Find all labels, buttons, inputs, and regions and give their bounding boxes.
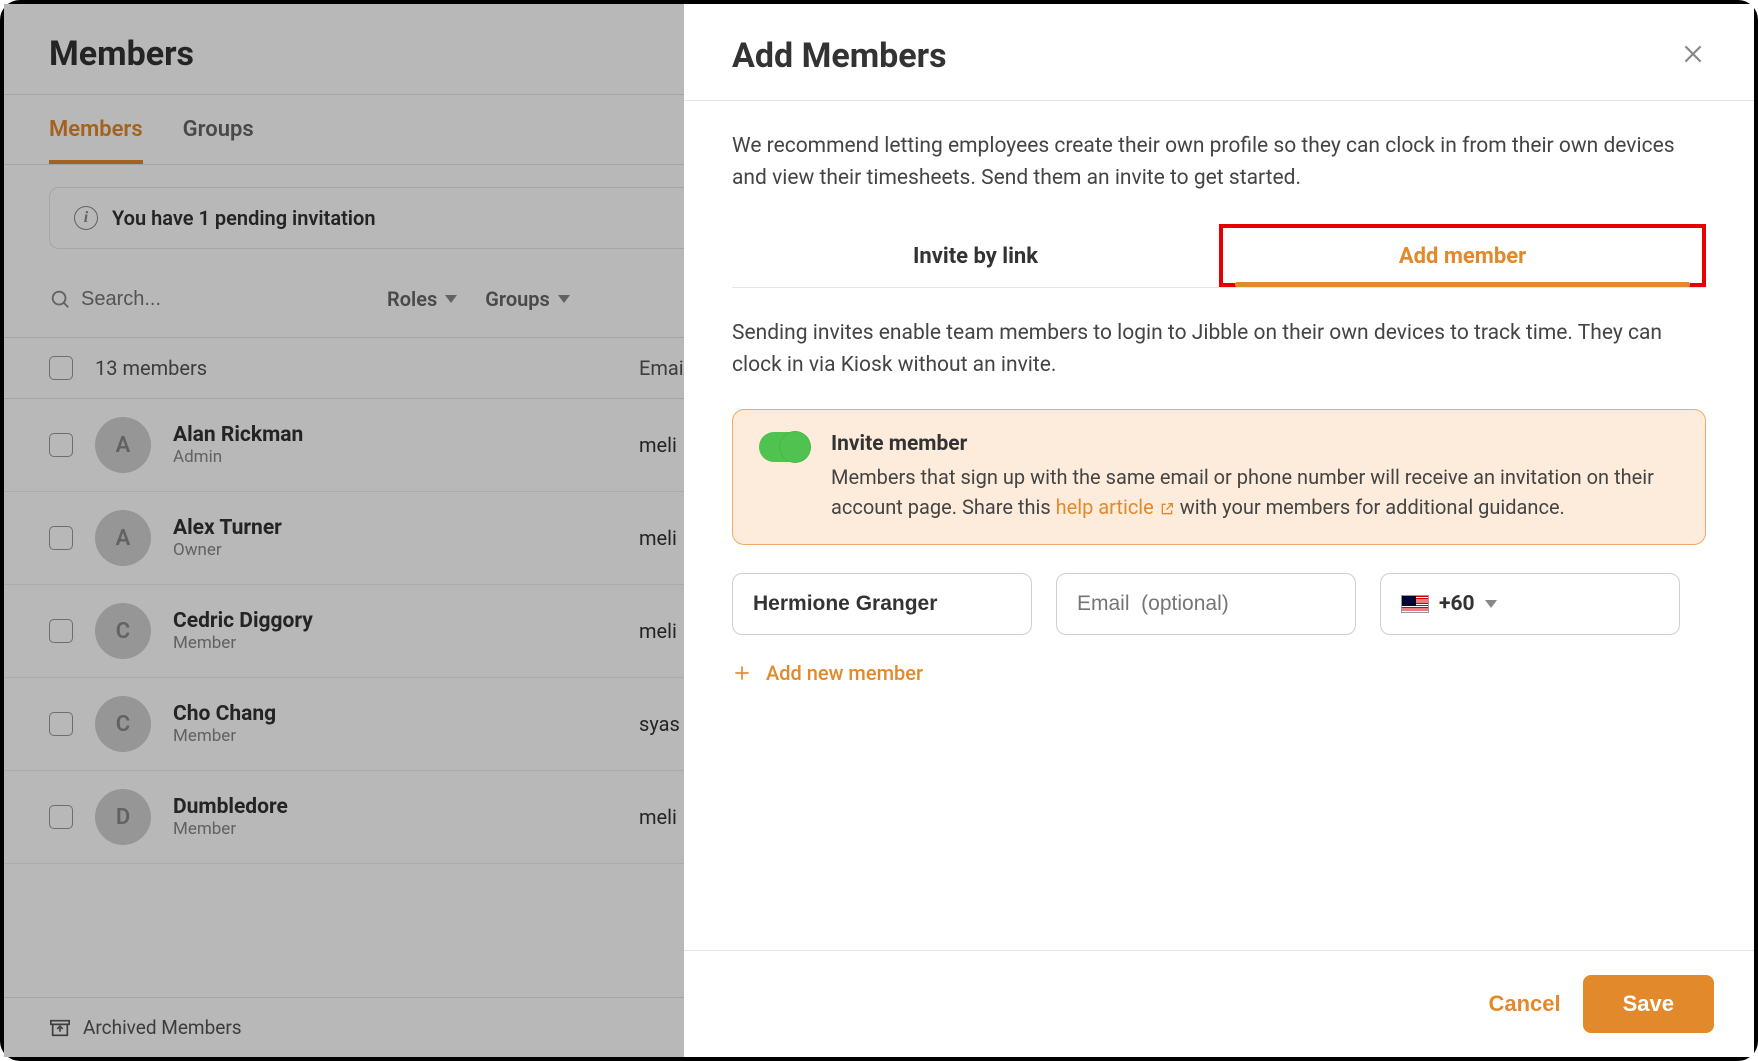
invite-description: Members that sign up with the same email… [831,462,1679,522]
phone-code: +60 [1439,592,1475,616]
phone-field[interactable]: +60 [1380,573,1680,635]
plus-icon [732,663,752,683]
tab-invite-by-link[interactable]: Invite by link [732,224,1219,287]
add-members-modal: Add Members We recommend letting employe… [684,4,1754,1057]
name-field[interactable] [732,573,1032,635]
close-button[interactable] [1680,41,1706,71]
invite-member-card: Invite member Members that sign up with … [732,409,1706,545]
modal-title: Add Members [732,36,947,76]
intro-text: We recommend letting employees create th… [732,131,1706,194]
flag-icon [1401,595,1429,613]
add-new-member-label: Add new member [766,661,923,685]
invite-title: Invite member [831,432,1679,456]
invite-toggle[interactable] [759,432,809,462]
help-article-link[interactable]: help article [1056,495,1175,519]
name-input[interactable] [753,592,1011,616]
save-button[interactable]: Save [1583,975,1714,1033]
add-new-member-button[interactable]: Add new member [732,661,923,685]
email-input[interactable] [1077,592,1335,616]
email-field[interactable] [1056,573,1356,635]
tab-add-member[interactable]: Add member [1219,224,1706,287]
external-link-icon [1159,501,1175,517]
chevron-down-icon [1485,600,1497,608]
cancel-button[interactable]: Cancel [1488,991,1560,1017]
modal-overlay: Add Members We recommend letting employe… [4,4,1754,1057]
sub-note: Sending invites enable team members to l… [732,318,1706,381]
close-icon [1680,41,1706,67]
